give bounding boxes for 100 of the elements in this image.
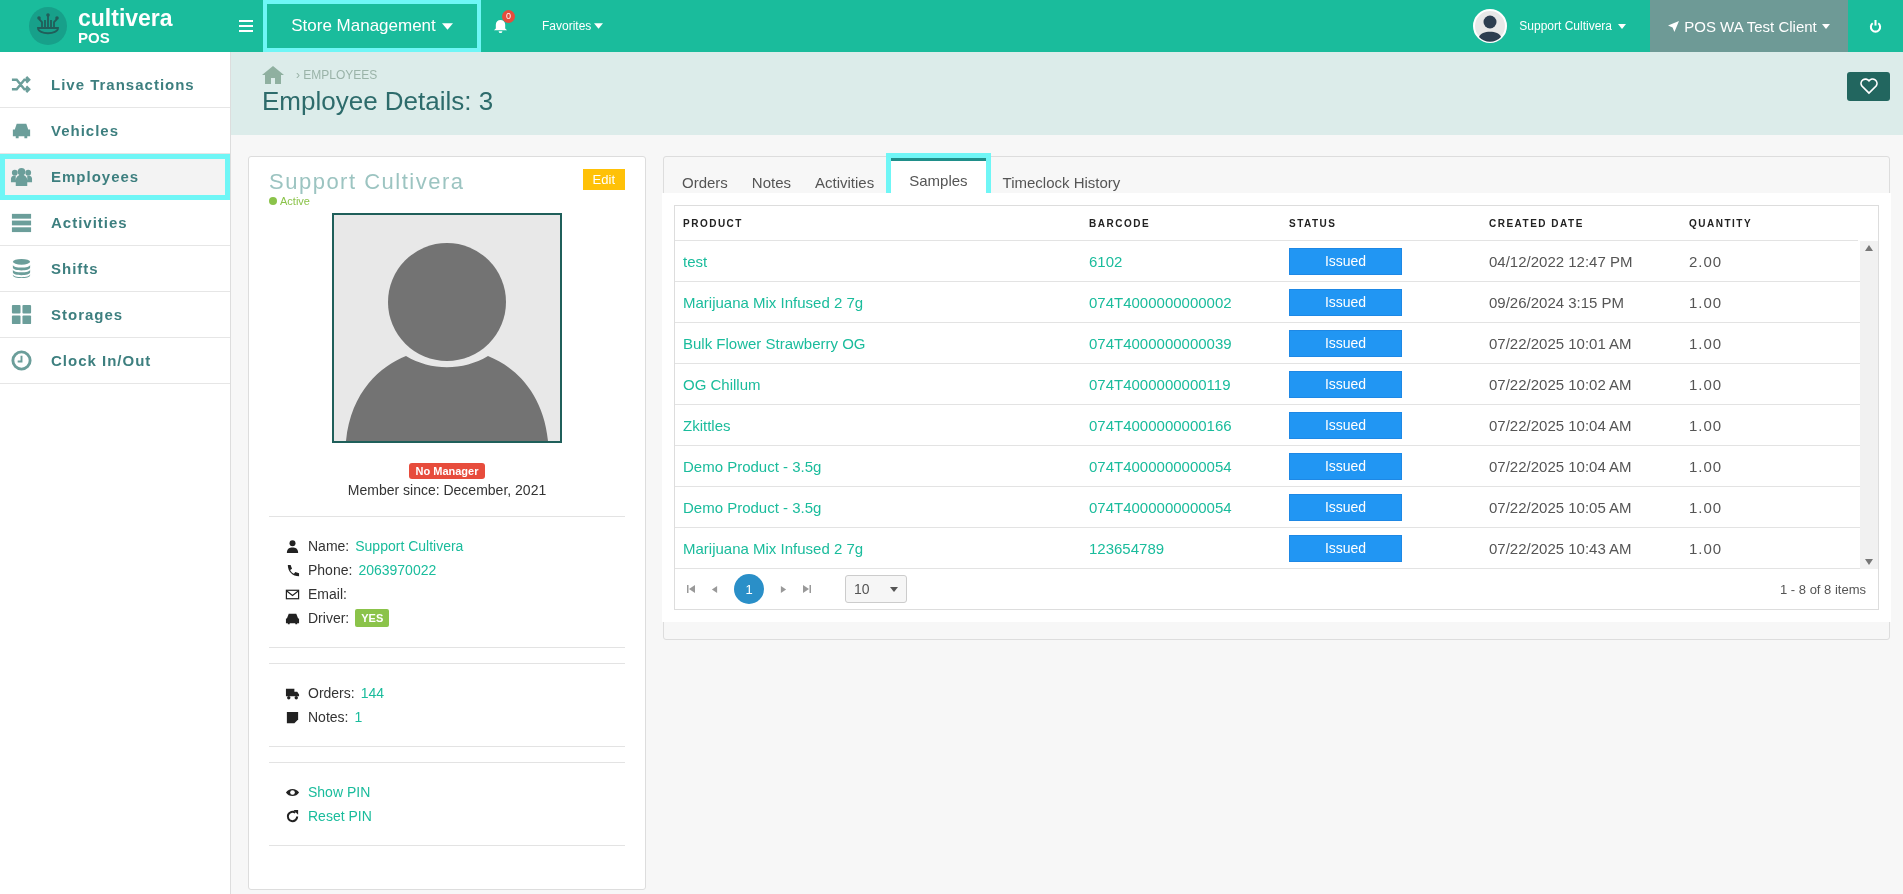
last-page-icon[interactable] [803, 585, 811, 593]
field-label: Phone: [308, 562, 353, 578]
field-value[interactable]: Support Cultivera [355, 538, 464, 554]
count-value[interactable]: 144 [360, 685, 385, 701]
user-dropdown[interactable]: Support Cultivera [1513, 18, 1632, 34]
caret-icon [890, 586, 898, 592]
column-header[interactable]: BARCODE [1089, 217, 1289, 229]
scroll-up-icon[interactable] [1865, 245, 1873, 251]
next-page-icon[interactable] [780, 585, 787, 593]
note-icon [285, 709, 300, 725]
table-cell: 2.00 [1689, 252, 1723, 270]
caret-icon [1821, 23, 1830, 29]
previous-page-icon[interactable] [711, 585, 718, 593]
breadcrumb[interactable]: › EMPLOYEES [296, 68, 378, 82]
table-link[interactable]: Demo Product - 3.5g [683, 498, 822, 516]
scrollbar[interactable] [1860, 241, 1878, 569]
table-link[interactable]: Zkittles [683, 416, 731, 434]
status-label: Active [269, 195, 465, 207]
client-dropdown[interactable]: POS WA Test Client [1650, 0, 1848, 52]
table-link[interactable]: 074T4000000000039 [1089, 334, 1232, 352]
status-button[interactable]: Issued [1289, 329, 1402, 357]
status-button[interactable]: Issued [1289, 370, 1402, 398]
table-link[interactable]: 074T4000000000054 [1089, 498, 1232, 516]
location-arrow-icon [1668, 20, 1680, 32]
sidebar-item[interactable]: Employees [0, 154, 230, 200]
field-label: Email: [308, 586, 347, 602]
table-cell: 07/22/2025 10:05 AM [1489, 498, 1632, 516]
status-button[interactable]: Issued [1289, 247, 1402, 275]
table-link[interactable]: OG Chillum [683, 375, 761, 393]
table-link[interactable]: 074T4000000000119 [1089, 375, 1231, 393]
clock-icon [10, 349, 33, 372]
count-label: Orders: [308, 685, 355, 701]
sidebar-item[interactable]: Live Transactions [0, 62, 230, 108]
table-link[interactable]: Marijuana Mix Infused 2 7g [683, 293, 864, 311]
pin-link[interactable]: Show PIN [308, 784, 371, 800]
table-link[interactable]: 123654789 [1089, 539, 1165, 557]
field-value[interactable]: 2063970022 [358, 562, 437, 578]
tab[interactable]: Notes [739, 165, 804, 205]
tab[interactable]: Timeclock History [990, 165, 1133, 205]
table-cell: 1.00 [1689, 416, 1723, 434]
table-cell: 1.00 [1689, 539, 1723, 557]
column-header[interactable]: CREATED DATE [1489, 217, 1689, 229]
table-link[interactable]: Demo Product - 3.5g [683, 457, 822, 475]
menu-icon[interactable] [239, 20, 253, 32]
status-button[interactable]: Issued [1289, 411, 1402, 439]
sidebar-item[interactable]: Storages [0, 292, 230, 338]
caret-icon [1618, 23, 1626, 29]
tab[interactable]: Activities [803, 165, 887, 205]
table-link[interactable]: 074T4000000000002 [1089, 293, 1232, 311]
table-cell: 1.00 [1689, 498, 1723, 516]
logo-subtitle: POS [78, 30, 111, 45]
edit-button[interactable]: Edit [582, 169, 625, 190]
logo-text: cultivera [78, 7, 173, 30]
phone-icon [285, 562, 300, 578]
page-size-select[interactable]: 10 [845, 575, 907, 603]
heart-icon [1858, 78, 1879, 95]
status-button[interactable]: Issued [1289, 534, 1402, 562]
tab[interactable]: Orders [670, 165, 740, 205]
refresh-icon [285, 808, 300, 824]
table-cell: 07/22/2025 10:04 AM [1489, 457, 1632, 475]
column-header[interactable]: QUANTITY [1689, 217, 1839, 229]
store-management-dropdown[interactable]: Store Management [263, 0, 481, 52]
table-cell: 09/26/2024 3:15 PM [1489, 293, 1625, 311]
count-label: Notes: [308, 709, 349, 725]
field-label: Driver: [308, 610, 350, 626]
column-header[interactable]: STATUS [1289, 217, 1489, 229]
favorites-dropdown[interactable]: Favorites [536, 18, 610, 34]
table-link[interactable]: Marijuana Mix Infused 2 7g [683, 539, 864, 557]
bell-icon[interactable] [493, 18, 508, 34]
table-link[interactable]: Bulk Flower Strawberry OG [683, 334, 866, 352]
table-cell: 04/12/2022 12:47 PM [1489, 252, 1633, 270]
status-button[interactable]: Issued [1289, 288, 1402, 316]
pin-link[interactable]: Reset PIN [308, 808, 372, 824]
favorite-button[interactable] [1847, 72, 1890, 101]
user-icon [285, 538, 300, 554]
page-button[interactable]: 1 [734, 574, 764, 604]
status-button[interactable]: Issued [1289, 452, 1402, 480]
table-cell: 1.00 [1689, 293, 1723, 311]
grid-icon [10, 303, 33, 326]
home-icon[interactable] [262, 66, 284, 84]
first-page-icon[interactable] [687, 585, 695, 593]
table-cell: 1.00 [1689, 334, 1723, 352]
power-icon [1869, 19, 1882, 33]
users-icon [10, 165, 33, 188]
table-link[interactable]: test [683, 252, 708, 270]
sidebar-item[interactable]: Shifts [0, 246, 230, 292]
scroll-down-icon[interactable] [1865, 559, 1873, 565]
field-label: Name: [308, 538, 350, 554]
sidebar-item[interactable]: Clock In/Out [0, 338, 230, 384]
sidebar-item[interactable]: Activities [0, 200, 230, 246]
count-value[interactable]: 1 [354, 709, 363, 725]
table-cell: 07/22/2025 10:02 AM [1489, 375, 1632, 393]
manager-badge: No Manager [408, 463, 486, 479]
table-link[interactable]: 074T4000000000054 [1089, 457, 1232, 475]
column-header[interactable]: PRODUCT [683, 217, 1089, 229]
avatar-icon[interactable] [1473, 9, 1508, 43]
status-button[interactable]: Issued [1289, 493, 1402, 521]
table-link[interactable]: 074T4000000000166 [1089, 416, 1232, 434]
table-cell: 1.00 [1689, 375, 1723, 393]
table-link[interactable]: 6102 [1089, 252, 1123, 270]
